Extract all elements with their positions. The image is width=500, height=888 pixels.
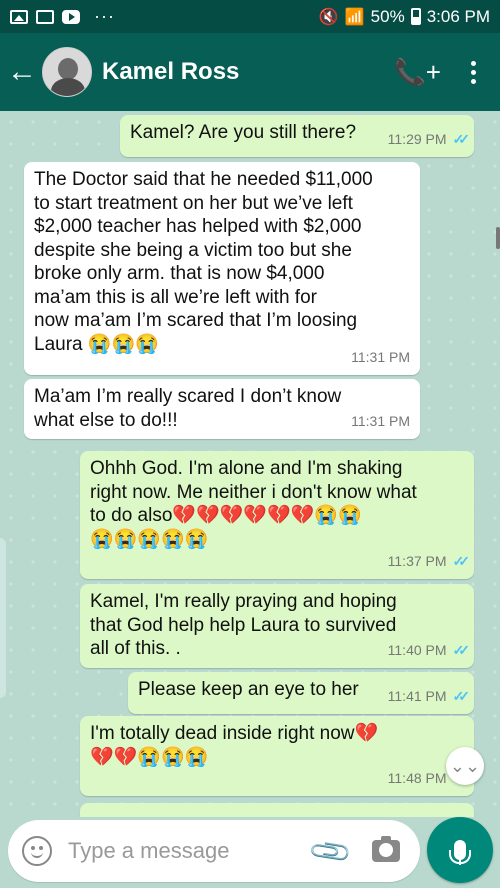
read-ticks-icon: ✓✓	[452, 687, 471, 704]
video-icon	[36, 9, 54, 24]
message-time: 11:31 PM	[351, 348, 410, 365]
mute-icon: 🔇	[318, 8, 339, 26]
message-bubble-outgoing[interactable]: Kamel? Are you still there? 11:29 PM ✓✓	[120, 115, 474, 157]
message-bubble-incoming[interactable]: The Doctor said that he needed $11,000 t…	[24, 162, 420, 375]
mic-button[interactable]	[427, 817, 493, 883]
avatar[interactable]	[42, 47, 92, 97]
message-bubble-outgoing[interactable]: I'm totally dead inside right now💔 💔💔😭😭😭…	[80, 716, 474, 796]
back-arrow-icon[interactable]: ←	[2, 55, 42, 89]
wifi-icon: 📶	[344, 8, 365, 26]
message-input[interactable]	[68, 838, 298, 864]
status-bar: ··· 🔇 📶 50% 3:06 PM	[0, 0, 500, 33]
more-options-icon[interactable]	[471, 60, 476, 84]
camera-icon[interactable]	[372, 836, 400, 862]
message-text: The Doctor said that he needed $11,000 t…	[34, 169, 373, 355]
composer: 📎	[0, 817, 500, 888]
message-time: 11:48 PM	[387, 769, 447, 786]
message-time: 11:29 PM	[387, 130, 447, 147]
message-text: Ohhh God. I'm alone and I'm shaking righ…	[90, 458, 417, 550]
clock: 3:06 PM	[426, 6, 490, 26]
read-ticks-icon: ✓✓	[452, 130, 471, 147]
mic-icon	[449, 840, 471, 864]
scrollbar[interactable]	[496, 227, 500, 249]
swipe-handle	[0, 538, 6, 698]
message-text: I'm totally dead inside right now💔 💔💔😭😭😭	[90, 723, 379, 768]
message-time: 11:41 PM	[387, 687, 447, 704]
youtube-icon	[62, 9, 80, 24]
conversation[interactable]: Kamel? Are you still there? 11:29 PM ✓✓ T…	[0, 111, 500, 817]
chat-header: ← Kamel Ross 📞+	[0, 33, 500, 111]
gallery-icon	[10, 9, 28, 24]
message-time: 11:40 PM	[387, 641, 447, 658]
message-bubble-outgoing-partial[interactable]	[80, 803, 474, 817]
scroll-down-button[interactable]: ⌄⌄	[446, 747, 484, 785]
contact-name[interactable]: Kamel Ross	[102, 58, 239, 86]
attach-icon[interactable]: 📎	[307, 827, 355, 875]
read-ticks-icon: ✓✓	[452, 552, 471, 569]
read-ticks-icon: ✓✓	[452, 641, 471, 658]
message-input-container: 📎	[8, 820, 420, 882]
add-call-icon[interactable]: 📞+	[393, 57, 441, 88]
battery-icon	[410, 8, 421, 25]
message-bubble-outgoing[interactable]: Please keep an eye to her 11:41 PM ✓✓	[128, 672, 474, 714]
message-time: 11:37 PM	[387, 552, 447, 569]
battery-percent: 50%	[370, 6, 405, 26]
emoji-icon[interactable]	[22, 836, 52, 866]
message-bubble-outgoing[interactable]: Ohhh God. I'm alone and I'm shaking righ…	[80, 451, 474, 579]
more-notifications-icon: ···	[94, 6, 115, 26]
message-bubble-outgoing[interactable]: Kamel, I'm really praying and hoping tha…	[80, 584, 474, 668]
message-bubble-incoming[interactable]: Ma’am I’m really scared I don’t know wha…	[24, 379, 420, 439]
message-time: 11:31 PM	[351, 412, 410, 429]
